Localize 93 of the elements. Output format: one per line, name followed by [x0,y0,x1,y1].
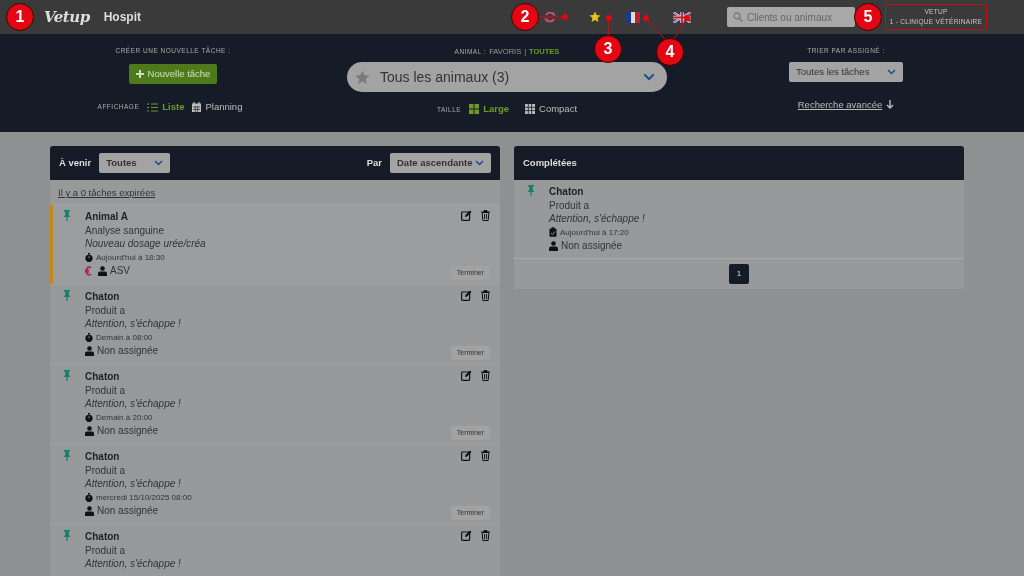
pin-icon [63,370,71,382]
user-icon [85,346,94,356]
task-name: Analyse sanguine [85,223,165,238]
large-grid-icon [469,104,480,115]
edit-icon[interactable] [461,290,472,302]
animal-name: Chaton [85,530,121,544]
animal-name: Chaton [85,450,121,464]
clipboard-check-icon [549,227,557,238]
calendar-icon [192,102,202,113]
task-date: Demain à 08:00 [96,331,153,344]
filter-select[interactable]: Toutes [99,153,171,173]
panel-title: À venir [59,155,92,170]
task-date: Aujourd'hui à 17:20 [560,226,629,239]
edit-icon[interactable] [461,370,472,382]
compact-grid-icon [525,104,536,115]
task-note: Attention, s'échappe ! [85,317,182,331]
refresh-icon[interactable] [544,11,556,23]
sort-select[interactable]: Date ascendante [390,153,491,173]
assignee-name: Non assignée [97,424,159,438]
chevron-down-icon [887,68,896,75]
chevron-down-icon [475,160,484,166]
pin-icon [63,290,71,302]
user-icon [85,426,94,436]
pin-icon [63,450,71,462]
leader-line [538,14,568,20]
user-icon [98,266,107,276]
task-name: Produit a [85,463,127,478]
task-date: Aujourd'hui à 18:30 [96,251,165,264]
trash-icon[interactable] [481,290,490,302]
task-note: Attention, s'échappe ! [85,477,182,491]
user-icon [549,240,558,251]
assignee-select-value: Toutes les tâches [796,64,870,79]
animal-name: Chaton [549,185,585,199]
edit-icon[interactable] [461,210,472,222]
page-button[interactable]: 1 [729,264,749,284]
animal-select[interactable]: Tous les animaux (3) [347,62,667,93]
stopwatch-icon [85,253,93,262]
task-name: Produit a [85,383,127,398]
trash-icon[interactable] [481,370,490,382]
task-date: Demain à 20:00 [96,411,153,424]
edit-icon[interactable] [461,530,472,542]
new-task-button[interactable]: Nouvelle tâche [128,63,218,84]
user-icon [85,506,94,516]
view-option[interactable]: Liste [147,100,185,115]
assignee-select[interactable]: Toutes les tâches [789,61,903,82]
task-note: Nouveau dosage urée/créa [85,237,207,251]
animal-name: Chaton [85,370,121,384]
task-note: Attention, s'échappe ! [85,397,182,411]
assignee-name: Non assignée [97,504,159,518]
task-item[interactable]: Chaton Produit a Attention, s'échappe ! Aujourd'hui à 17:20 Non assignée [514,180,964,258]
animal-name: Animal A [85,210,129,224]
filter-select-value: Toutes [106,155,137,170]
expired-tasks-link[interactable]: Il y a 0 tâches expirées [58,186,156,201]
french-flag-icon[interactable] [626,11,640,23]
arrow-down-icon [886,100,895,110]
pin-icon [63,530,71,542]
animal-name: Chaton [85,290,121,304]
task-date: mercredi 15/10/2025 08:00 [96,491,192,504]
sort-label: Par [366,155,382,170]
pin-icon [63,210,71,222]
logo[interactable]: Vetup [44,5,90,29]
edit-icon[interactable] [461,450,472,462]
advanced-search-link[interactable]: Recherche avancée [797,97,895,112]
animal-select-value: Tous les animaux (3) [380,67,510,87]
search-field[interactable]: Clients ou animaux [727,7,855,27]
size-option[interactable]: Large [469,102,510,117]
chevron-down-icon [154,160,164,166]
panel-title: Complétées [523,155,577,170]
app-name: Hospit [103,9,141,26]
stopwatch-icon [85,413,93,422]
sort-select-value: Date ascendante [397,155,473,170]
star-icon [355,69,370,85]
star-icon[interactable] [589,11,601,23]
view-option[interactable]: Planning [192,100,243,115]
trash-icon[interactable] [481,530,490,542]
assignee-name: Non assignée [97,344,159,358]
task-item[interactable]: Chaton Produit a Attention, s'échappe ! [50,524,500,576]
task-note: Attention, s'échappe ! [549,212,646,226]
trash-icon[interactable] [481,450,490,462]
task-name: Produit a [85,303,127,318]
assignee-name: ASV [110,264,130,278]
chevron-down-icon [643,73,655,82]
size-option[interactable]: Compact [525,102,578,117]
task-note: Attention, s'échappe ! [85,557,182,571]
stopwatch-icon [85,493,93,502]
plus-icon [135,69,144,78]
list-icon [147,102,159,112]
assignee-name: Non assignée [561,239,623,253]
task-name: Produit a [85,543,127,558]
stopwatch-icon [85,333,93,342]
task-name: Produit a [549,198,591,212]
trash-icon[interactable] [481,210,490,222]
pin-icon [527,185,535,196]
